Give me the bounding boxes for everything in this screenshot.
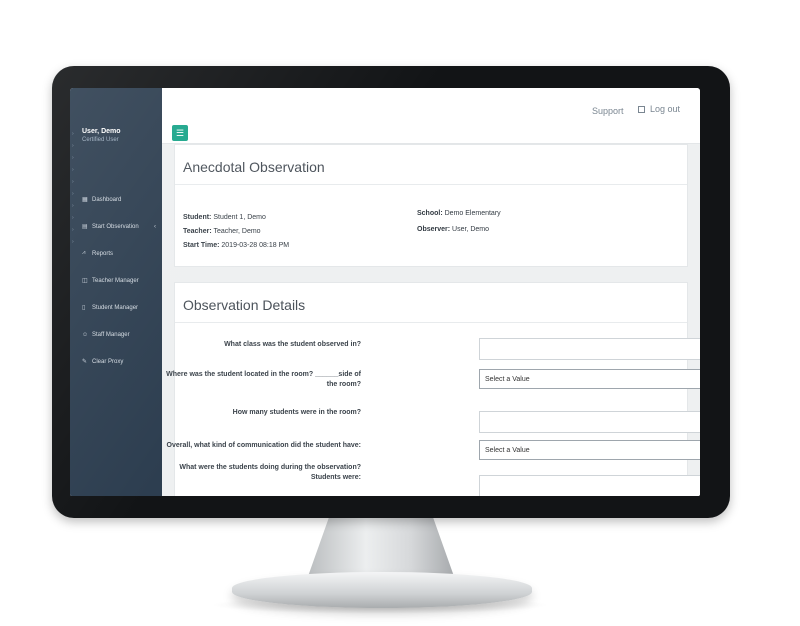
sidebar-item-label: Dashboard xyxy=(92,196,122,203)
sidebar-item-start-observation[interactable]: ▤ Start Observation ‹ xyxy=(70,213,162,240)
app-screen: › › › › › › › › › › User, Demo Certified User ▦ D… xyxy=(70,88,700,496)
sidebar-item-staff-manager[interactable]: ☺ Staff Manager xyxy=(70,321,162,348)
sidebar-item-clear-proxy[interactable]: ✎ Clear Proxy xyxy=(70,348,162,375)
support-link[interactable]: Support xyxy=(592,106,624,116)
observation-summary-panel: Anecdotal Observation Student: Student 1… xyxy=(174,144,688,267)
teacher-info: Teacher: Teacher, Demo xyxy=(183,225,261,239)
student-icon: ▯ xyxy=(82,305,86,311)
communication-select[interactable]: Select a Value ▼ xyxy=(479,440,700,460)
broom-icon: ✎ xyxy=(82,359,88,365)
sidebar: › › › › › › › › › › User, Demo Certified User ▦ D… xyxy=(70,88,162,496)
start-time-value: 2019-03-28 08:18 PM xyxy=(221,242,290,249)
select-value: Select a Value xyxy=(485,446,530,454)
student-info: Student: Student 1, Demo xyxy=(183,211,266,225)
chat-icon: ◫ xyxy=(82,278,88,284)
student-label: Student: xyxy=(183,214,212,221)
observer-label: Observer: xyxy=(417,226,451,233)
students-activity-input[interactable] xyxy=(479,475,700,496)
sidebar-item-label: Student Manager xyxy=(92,304,139,311)
student-value: Student 1, Demo xyxy=(213,214,266,221)
sidebar-item-reports[interactable]: ⩘ Reports xyxy=(70,240,162,267)
school-value: Demo Elementary xyxy=(444,210,501,217)
question-label-line: What were the students doing during the … xyxy=(179,464,361,471)
dashboard-icon: ▦ xyxy=(82,197,88,203)
logout-link[interactable]: Log out xyxy=(638,104,680,114)
teacher-value: Teacher, Demo xyxy=(213,228,261,235)
teacher-label: Teacher: xyxy=(183,228,212,235)
top-bar: ☰ Support Log out xyxy=(162,88,700,144)
question-label: Overall, what kind of communication did … xyxy=(166,442,361,449)
start-time-info: Start Time: 2019-03-28 08:18 PM xyxy=(183,239,289,253)
document-icon: ▤ xyxy=(82,224,88,230)
user-role: Certified User xyxy=(82,137,119,143)
class-observed-input[interactable] xyxy=(479,338,700,360)
logout-icon xyxy=(638,105,645,113)
sidebar-item-label: Teacher Manager xyxy=(92,277,139,284)
chevron-left-icon: ‹ xyxy=(154,223,156,230)
user-name: User, Demo xyxy=(82,128,121,135)
chart-icon: ⩘ xyxy=(82,250,86,256)
logout-label: Log out xyxy=(650,104,681,114)
sidebar-item-label: Staff Manager xyxy=(92,331,130,338)
observer-value: User, Demo xyxy=(452,226,489,233)
sidebar-item-dashboard[interactable]: ▦ Dashboard xyxy=(70,186,162,213)
sidebar-item-label: Clear Proxy xyxy=(92,358,124,365)
observer-info: Observer: User, Demo xyxy=(417,223,489,237)
question-label-line: Students were: xyxy=(310,474,361,481)
school-info: School: Demo Elementary xyxy=(417,207,501,221)
menu-toggle-button[interactable]: ☰ xyxy=(172,125,188,141)
sidebar-item-student-manager[interactable]: ▯ Student Manager xyxy=(70,294,162,321)
sidebar-item-teacher-manager[interactable]: ◫ Teacher Manager xyxy=(70,267,162,294)
panel-title: Anecdotal Observation xyxy=(175,145,687,185)
question-label: What were the students doing during the … xyxy=(161,463,361,483)
start-time-label: Start Time: xyxy=(183,242,220,249)
student-count-input[interactable] xyxy=(479,411,700,433)
question-label: How many students were in the room? xyxy=(232,409,361,416)
question-label-line: Where was the student located in the roo… xyxy=(166,371,361,378)
question-label: What class was the student observed in? xyxy=(224,341,361,348)
user-profile[interactable]: User, Demo Certified User xyxy=(70,118,162,178)
sidebar-item-label: Start Observation xyxy=(92,223,139,230)
sidebar-nav: ▦ Dashboard ▤ Start Observation ‹ ⩘ Repo… xyxy=(70,186,162,375)
monitor-stand-base xyxy=(232,572,532,608)
observation-details-panel: Observation Details What class was the s… xyxy=(166,282,700,496)
question-label-line: the room? xyxy=(326,381,361,388)
select-value: Select a Value xyxy=(485,375,530,383)
panel-title: Observation Details xyxy=(175,283,687,323)
question-label: Where was the student located in the roo… xyxy=(161,370,361,390)
school-label: School: xyxy=(417,210,443,217)
room-location-select[interactable]: Select a Value ▼ xyxy=(479,369,700,389)
users-icon: ☺ xyxy=(82,331,89,338)
sidebar-item-label: Reports xyxy=(92,250,114,257)
